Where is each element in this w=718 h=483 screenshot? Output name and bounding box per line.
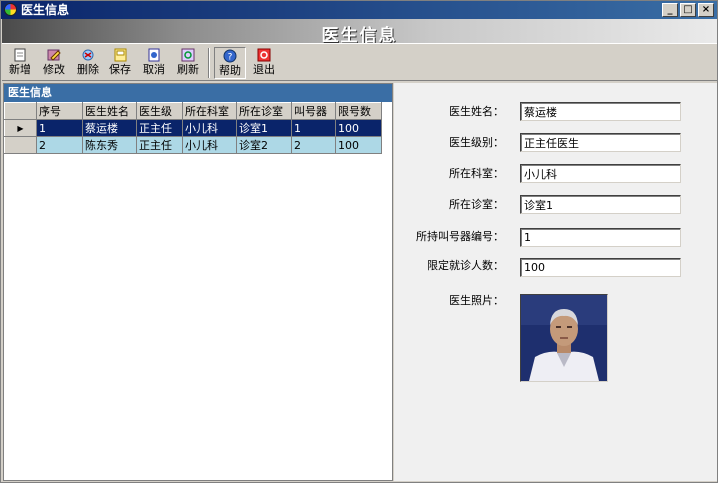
- row-pointer-icon[interactable]: ▶: [4, 119, 37, 137]
- doctor-detail-form: 医生姓名： 医生级别： 所在科室： 所在诊室： 所持叫号器编号： 限定就诊人数：…: [394, 83, 717, 481]
- svg-text:?: ?: [228, 53, 233, 63]
- table-cell[interactable]: 小儿科: [182, 119, 237, 137]
- list-pane-header: 医生信息: [4, 84, 392, 102]
- new-button[interactable]: 新增: [4, 47, 36, 79]
- table-cell[interactable]: 正主任: [136, 119, 183, 137]
- doctor-level-label: 医生级别：: [449, 136, 504, 149]
- department-field[interactable]: [520, 164, 681, 183]
- table-cell[interactable]: 正主任: [136, 136, 183, 154]
- table-cell[interactable]: 小儿科: [182, 136, 237, 154]
- doctor-portrait-image: [521, 295, 607, 381]
- cancel-button-label: 取消: [143, 63, 165, 76]
- grid-header-row: 序号 医生姓名 医生级 所在科室 所在诊室 叫号器 限号数: [4, 102, 382, 120]
- table-cell[interactable]: 2: [291, 136, 336, 154]
- patient-limit-field[interactable]: [520, 258, 681, 277]
- maximize-button[interactable]: □: [680, 3, 696, 17]
- doctor-name-label: 医生姓名：: [449, 105, 504, 118]
- doctor-level-field[interactable]: [520, 133, 681, 152]
- table-cell[interactable]: 诊室2: [236, 136, 292, 154]
- table-cell[interactable]: 陈东秀: [82, 136, 137, 154]
- caller-number-label: 所持叫号器编号：: [416, 230, 504, 243]
- table-cell[interactable]: 100: [335, 136, 382, 154]
- table-row[interactable]: 2 陈东秀 正主任 小儿科 诊室2 2 100: [4, 136, 382, 154]
- caller-number-field[interactable]: [520, 228, 681, 247]
- delete-icon: [82, 49, 94, 61]
- column-header[interactable]: 所在科室: [182, 102, 237, 120]
- column-header[interactable]: 序号: [36, 102, 83, 120]
- column-header[interactable]: 叫号器: [291, 102, 336, 120]
- window-title: 医生信息: [21, 3, 70, 17]
- table-cell[interactable]: 蔡运楼: [82, 119, 137, 137]
- help-button[interactable]: ? 帮助: [214, 47, 246, 79]
- edit-button-label: 修改: [43, 63, 65, 76]
- refresh-button-label: 刷新: [177, 63, 199, 76]
- doctor-photo-label: 医生照片：: [449, 294, 504, 307]
- save-button-label: 保存: [109, 63, 131, 76]
- window-controls: _ □ ×: [660, 3, 714, 17]
- clinic-room-label: 所在诊室：: [449, 198, 504, 211]
- table-row[interactable]: ▶ 1 蔡运楼 正主任 小儿科 诊室1 1 100: [4, 119, 382, 137]
- refresh-icon: [181, 48, 195, 62]
- save-icon: [114, 48, 127, 62]
- toolbar: 新增 修改 删除 保存 取消 刷新 ? 帮助 退出: [2, 43, 717, 81]
- column-header[interactable]: 医生级: [136, 102, 183, 120]
- app-window: 医生信息 _ □ × 医生信息 新增 修改 删除 保存 取消 刷新 ? 帮助 退…: [0, 0, 718, 483]
- table-cell[interactable]: 诊室1: [236, 119, 292, 137]
- row-selector[interactable]: [4, 136, 37, 154]
- new-document-icon: [14, 48, 26, 62]
- save-button[interactable]: 保存: [104, 47, 136, 79]
- doctor-photo[interactable]: [520, 294, 608, 382]
- department-label: 所在科室：: [449, 167, 504, 180]
- grid-corner-cell: [4, 102, 37, 120]
- minimize-button[interactable]: _: [662, 3, 678, 17]
- table-cell[interactable]: 2: [36, 136, 83, 154]
- help-icon: ?: [223, 49, 237, 63]
- patient-limit-label: 限定就诊人数：: [427, 259, 504, 272]
- table-cell[interactable]: 100: [335, 119, 382, 137]
- table-cell[interactable]: 1: [291, 119, 336, 137]
- doctor-name-field[interactable]: [520, 102, 681, 121]
- table-cell[interactable]: 1: [36, 119, 83, 137]
- column-header[interactable]: 医生姓名: [82, 102, 137, 120]
- title-bar[interactable]: 医生信息 _ □ ×: [1, 1, 717, 19]
- doctor-grid: 序号 医生姓名 医生级 所在科室 所在诊室 叫号器 限号数 ▶ 1 蔡运楼 正主…: [4, 102, 382, 154]
- new-button-label: 新增: [9, 63, 31, 76]
- doctor-list-pane: 医生信息 序号 医生姓名 医生级 所在科室 所在诊室 叫号器 限号数 ▶ 1 蔡…: [3, 83, 393, 481]
- delete-button[interactable]: 删除: [72, 47, 104, 79]
- refresh-button[interactable]: 刷新: [172, 47, 204, 79]
- edit-icon: [47, 49, 61, 61]
- column-header[interactable]: 限号数: [335, 102, 382, 120]
- cancel-icon: [148, 48, 160, 62]
- close-button[interactable]: ×: [698, 3, 714, 17]
- exit-button[interactable]: 退出: [248, 47, 280, 79]
- exit-icon: [257, 48, 271, 62]
- clinic-room-field[interactable]: [520, 195, 681, 214]
- header-banner: 医生信息: [2, 19, 717, 46]
- column-header[interactable]: 所在诊室: [236, 102, 292, 120]
- help-button-label: 帮助: [219, 64, 241, 77]
- exit-button-label: 退出: [253, 63, 275, 76]
- toolbar-separator: [208, 48, 210, 78]
- edit-button[interactable]: 修改: [38, 47, 70, 79]
- app-icon: [4, 3, 17, 16]
- delete-button-label: 删除: [77, 63, 99, 76]
- cancel-button[interactable]: 取消: [138, 47, 170, 79]
